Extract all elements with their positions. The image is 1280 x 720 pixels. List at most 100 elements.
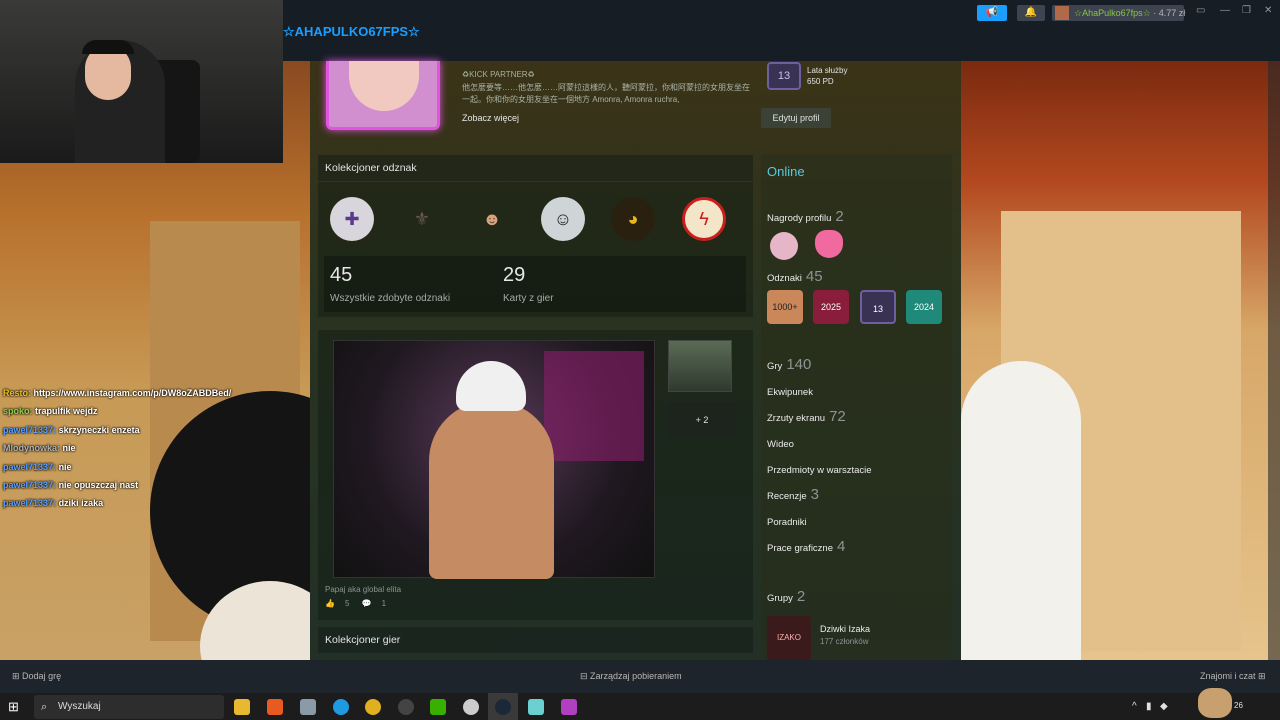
side-badge-1000[interactable]: 1000+ xyxy=(767,290,803,324)
webcam-overlay xyxy=(0,0,283,163)
side-badge-2025[interactable]: 2025 xyxy=(813,290,849,324)
maximize-icon[interactable]: ❐ xyxy=(1242,5,1251,16)
chevron-up-icon[interactable]: ^ xyxy=(1132,701,1137,712)
taskbar-search[interactable]: ⌕ Wyszukaj xyxy=(34,695,224,719)
account-name: ☆AhaPulko67fps☆ xyxy=(1074,8,1151,18)
heart-award-icon[interactable] xyxy=(815,230,843,258)
steam-icon[interactable] xyxy=(495,699,511,715)
wallet-balance: 4.77 zł xyxy=(1158,8,1186,18)
avatar-face xyxy=(349,61,419,111)
app-icon-3[interactable] xyxy=(561,699,577,715)
face-badge-icon[interactable]: ☻ xyxy=(470,197,514,241)
see-more-link[interactable]: Zobacz więcej xyxy=(462,113,519,123)
manage-downloads-button[interactable]: ⊟ Zarządzaj pobieraniem xyxy=(580,671,682,682)
download-icon: ⊟ xyxy=(580,671,591,681)
screenshots-link[interactable]: Zrzuty ekranu 72 xyxy=(767,408,846,425)
add-game-label: Dodaj grę xyxy=(22,671,62,681)
screenshot-ratings: 👍 5 💬 1 xyxy=(325,599,396,608)
side-badge-13[interactable]: 13 xyxy=(860,290,896,324)
usb-icon[interactable]: ▮ xyxy=(1146,701,1152,712)
inventory-link[interactable]: Ekwipunek xyxy=(767,387,813,398)
badge-collector-header: Kolekcjoner odznak xyxy=(318,155,753,181)
add-game-button[interactable]: ⊞ Dodaj grę xyxy=(12,671,61,682)
comment-icon[interactable]: 💬 xyxy=(362,599,372,608)
app-icon-2[interactable] xyxy=(463,699,479,715)
tray-app-icon[interactable]: ◆ xyxy=(1160,701,1168,712)
profile-awards-link[interactable]: Nagrody profilu 2 xyxy=(767,208,844,225)
edge-icon[interactable] xyxy=(333,699,349,715)
chat-message: pawel71337: nie xyxy=(3,458,293,476)
file-explorer-icon[interactable] xyxy=(234,699,250,715)
groups-label: Grupy xyxy=(767,593,793,604)
artwork-label: Prace graficzne xyxy=(767,543,834,554)
chrome-icon[interactable] xyxy=(365,699,381,715)
reviews-link[interactable]: Recenzje 3 xyxy=(767,486,819,503)
notes-icon[interactable] xyxy=(528,699,544,715)
featured-screenshot[interactable] xyxy=(333,340,655,579)
side-badge-2024[interactable]: 2024 xyxy=(906,290,942,324)
chat-message: spoko: trapulfik wejdz xyxy=(3,402,293,420)
games-count: 140 xyxy=(786,356,812,373)
group-avatar[interactable]: IZAKO BOARS xyxy=(767,616,811,686)
cartoon-ghost xyxy=(961,361,1081,660)
arena-lights xyxy=(544,351,644,461)
chat-message: pawel71337: dziki izaka xyxy=(3,494,293,512)
edit-profile-button[interactable]: Edytuj profil xyxy=(761,108,831,128)
ghost-badge-icon[interactable]: ☺ xyxy=(541,197,585,241)
minimize-icon[interactable]: — xyxy=(1220,5,1230,16)
profile-avatar[interactable] xyxy=(326,61,440,130)
badges-count: 45 xyxy=(805,268,823,285)
app-icon[interactable] xyxy=(300,699,316,715)
screenshot-caption: Papaj aka global elita xyxy=(325,585,402,594)
chat-message: Resto: https://www.instagram.com/p/DW8oZ… xyxy=(3,384,293,402)
guides-link[interactable]: Poradniki xyxy=(767,517,807,528)
windows-start-icon[interactable]: ⊞ xyxy=(8,699,19,715)
brave-icon[interactable] xyxy=(267,699,283,715)
groups-link[interactable]: Grupy 2 xyxy=(767,588,805,605)
trading-cards-count: 29 xyxy=(503,264,526,286)
workshop-link[interactable]: Przedmioty w warsztacie xyxy=(767,465,872,476)
search-placeholder: Wyszukaj xyxy=(58,701,101,712)
videos-link[interactable]: Wideo xyxy=(767,439,794,450)
games-link[interactable]: Gry 140 xyxy=(767,356,811,373)
media-player-icon[interactable] xyxy=(430,699,446,715)
scrollbar[interactable] xyxy=(1268,61,1280,660)
clown-award-icon[interactable] xyxy=(770,232,798,260)
profile-summary: 他怎麼要等……他怎麼……阿蒙拉這樣的人，聽阿蒙拉，你和阿蒙拉的女朋友坐在一起。你… xyxy=(462,83,750,104)
more-screenshots-button[interactable]: + 2 xyxy=(668,402,736,438)
badges-link[interactable]: Odznaki 45 xyxy=(767,268,823,285)
account-menu[interactable]: ☆AhaPulko67fps☆ · 4.77 zł xyxy=(1052,5,1186,21)
artwork-link[interactable]: Prace graficzne 4 xyxy=(767,538,845,555)
plus-icon: ⊞ xyxy=(12,671,23,681)
notifications-button[interactable]: 🔔 xyxy=(1017,5,1045,21)
reviews-label: Recenzje xyxy=(767,491,807,502)
thumbs-up-icon[interactable]: 👍 xyxy=(325,599,335,608)
megaphone-icon: 📢 xyxy=(985,7,999,18)
screenshot-thumbnail[interactable] xyxy=(668,340,732,392)
group-name[interactable]: Dziwki Izaka xyxy=(820,624,870,634)
chat-text: nie xyxy=(58,461,72,472)
groups-count: 2 xyxy=(796,588,806,605)
obs-icon[interactable] xyxy=(398,699,414,715)
screenshots-label: Zrzuty ekranu xyxy=(767,413,826,424)
friends-chat-label: Znajomi i czat xyxy=(1200,671,1256,681)
manage-downloads-label: Zarządzaj pobieraniem xyxy=(590,671,682,681)
chat-user: spoko: xyxy=(3,406,33,417)
screen: ☆AHAPULKO67FPS☆ 📢 🔔 ☆AhaPulko67fps☆ · 4.… xyxy=(0,0,1280,720)
friends-icon: ⊞ xyxy=(1255,671,1266,681)
announcement-button[interactable]: 📢 xyxy=(977,5,1007,21)
chat-user: Mlodynowka: xyxy=(3,443,61,454)
friends-chat-button[interactable]: Znajomi i czat ⊞ xyxy=(1200,671,1266,682)
years-of-service-badge[interactable]: 13 xyxy=(767,62,801,90)
close-icon[interactable]: ✕ xyxy=(1264,5,1272,16)
chat-text: skrzyneczki enzeta xyxy=(58,424,140,435)
gold-helmet-badge-icon[interactable]: ◕ xyxy=(611,197,655,241)
kick-partner-label: ♻KICK PARTNER♻ xyxy=(462,70,535,79)
lightning-badge-icon[interactable]: ϟ xyxy=(682,197,726,241)
clock[interactable]: 26 xyxy=(1234,701,1243,710)
skyrim-badge-icon[interactable]: ⚜ xyxy=(400,197,444,241)
headphones xyxy=(82,40,134,54)
online-status: Online xyxy=(767,164,805,179)
shield-badge-icon[interactable]: ✚ xyxy=(330,197,374,241)
monitor-icon[interactable]: ▭ xyxy=(1196,5,1205,16)
